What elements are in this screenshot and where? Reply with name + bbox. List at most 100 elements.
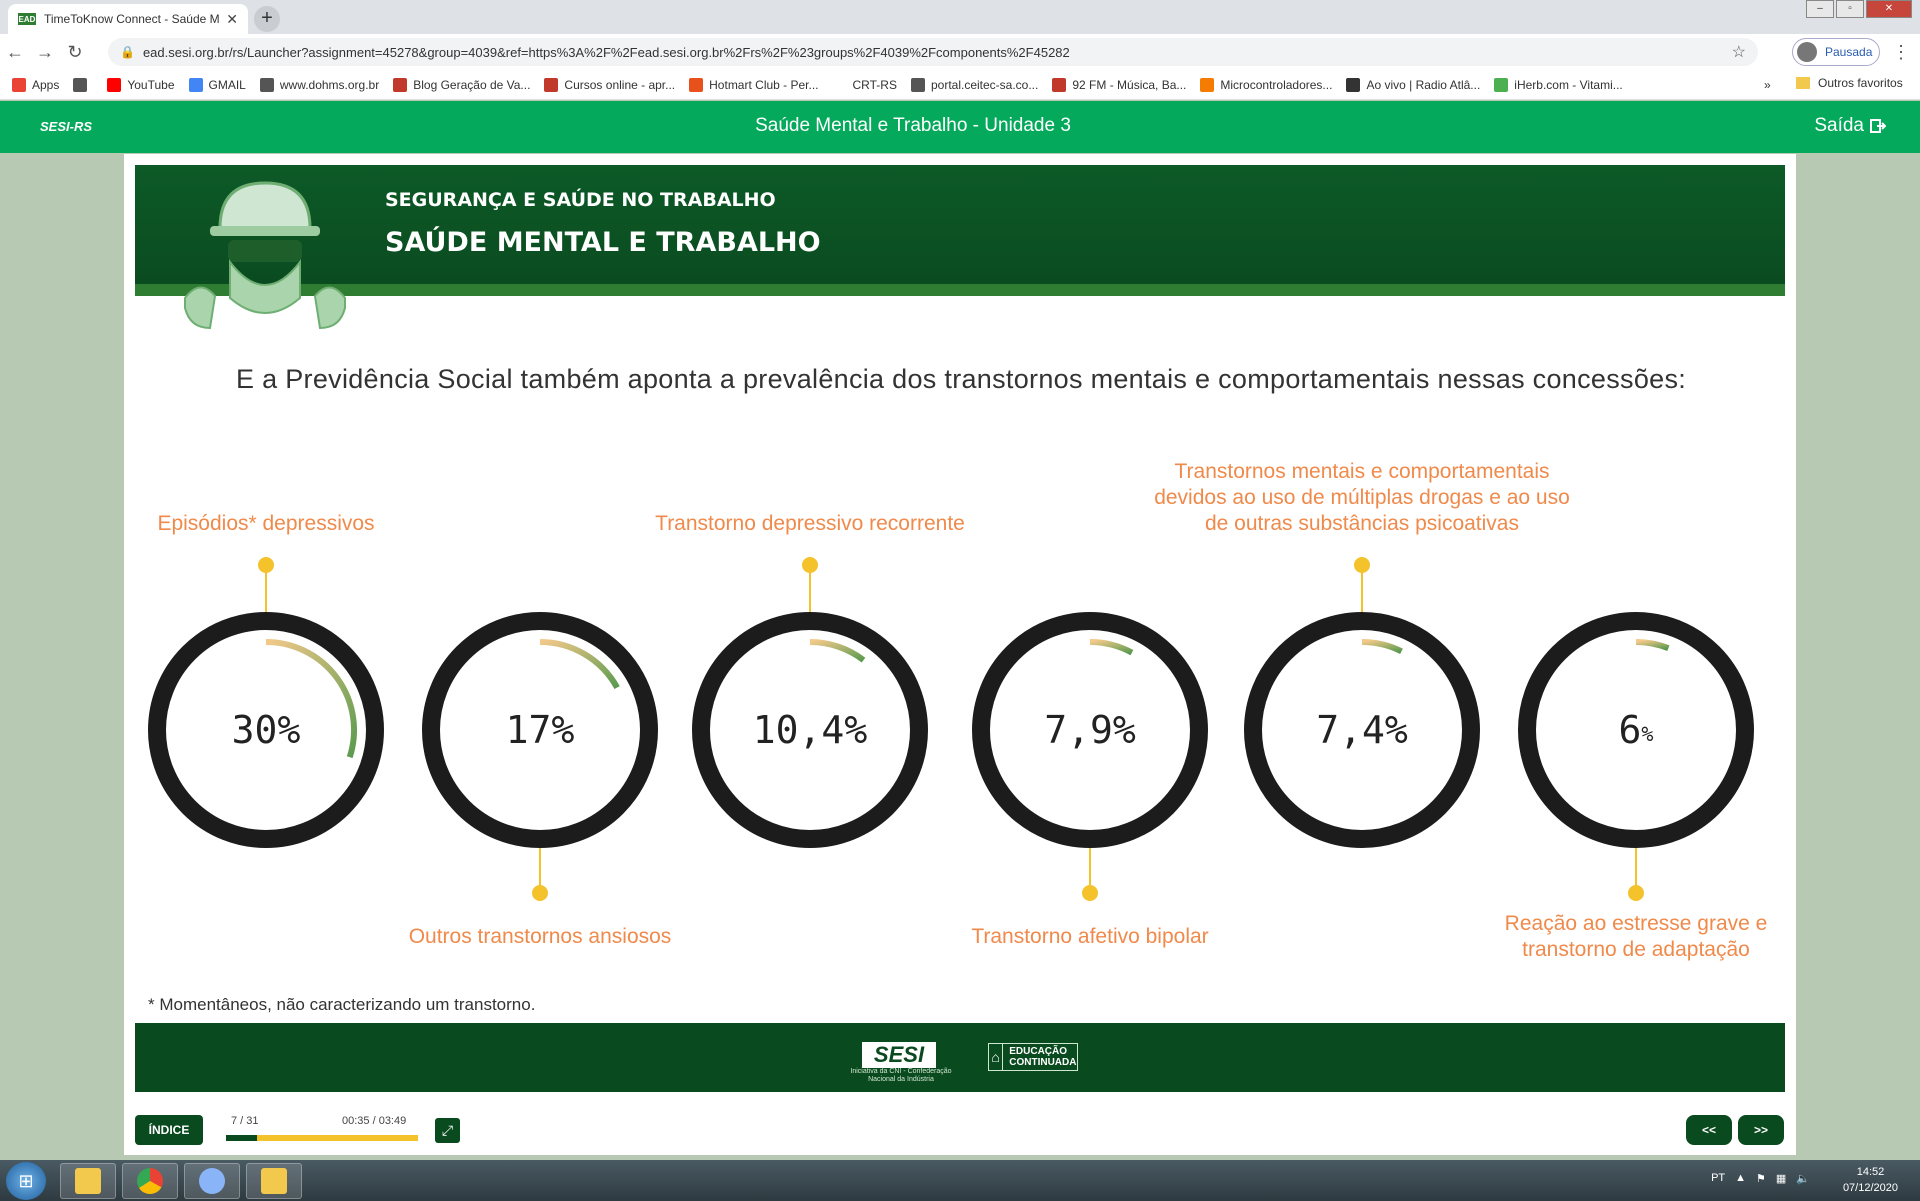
flag-icon[interactable]: ⚑ xyxy=(1756,1172,1766,1185)
exit-button[interactable]: Saída xyxy=(1814,115,1886,137)
stat-number: 10,4 xyxy=(752,708,845,752)
stat-value: 30% xyxy=(166,630,366,830)
profile-label: Pausada xyxy=(1825,45,1873,59)
index-button[interactable]: ÍNDICE xyxy=(135,1115,203,1145)
stat-number: 17 xyxy=(505,708,552,752)
bookmark-item[interactable]: 92 FM - Música, Ba... xyxy=(1052,77,1186,92)
stat-connector xyxy=(1635,848,1637,888)
bookmark-item[interactable]: portal.ceitec-sa.co... xyxy=(910,77,1039,92)
stat-connector-dot xyxy=(532,885,548,901)
new-tab-button[interactable]: + xyxy=(254,6,280,32)
network-icon[interactable]: ▦ xyxy=(1776,1172,1786,1185)
sesi-logo: SESI xyxy=(862,1042,936,1068)
tray-expand-icon[interactable]: ▲ xyxy=(1735,1172,1746,1185)
stat-unit: % xyxy=(551,708,575,752)
stat-connector-dot xyxy=(1628,885,1644,901)
reload-icon[interactable]: ↻ xyxy=(60,42,90,63)
taskbar-mail-app[interactable] xyxy=(60,1163,116,1199)
bookmark-item[interactable]: Cursos online - apr... xyxy=(544,77,675,92)
bookmark-label: GMAIL xyxy=(208,77,246,92)
stat-value: 10,4% xyxy=(710,630,910,830)
tab-title: TimeToKnow Connect - Saúde M xyxy=(44,12,220,26)
more-bookmarks-icon[interactable]: » xyxy=(1764,78,1771,92)
stat-label: Transtornos mentais e comportamentais de… xyxy=(1154,460,1570,535)
bookmark-label: Blog Geração de Va... xyxy=(413,77,531,92)
stat-number: 6 xyxy=(1618,708,1642,752)
browser-tab[interactable]: EAD TimeToKnow Connect - Saúde M ✕ xyxy=(8,4,248,34)
bookmark-favicon-icon xyxy=(259,77,274,92)
taskbar-chrome-app[interactable] xyxy=(122,1163,178,1199)
bookmark-label: Apps xyxy=(32,77,60,92)
stat-circle: 6% xyxy=(1518,612,1754,848)
bookmark-favicon-icon xyxy=(544,77,559,92)
close-window-button[interactable]: ✕ xyxy=(1866,0,1912,18)
bookmark-item[interactable]: CRT-RS xyxy=(832,77,897,92)
bookmark-item[interactable]: iHerb.com - Vitami... xyxy=(1494,77,1623,92)
back-icon[interactable]: ← xyxy=(0,42,30,63)
next-button[interactable]: >> xyxy=(1738,1115,1784,1145)
bookmark-item[interactable]: GMAIL xyxy=(188,77,246,92)
educacao-continuada-logo: ⌂ EDUCAÇÃO CONTINUADA xyxy=(988,1043,1078,1071)
bookmark-label: portal.ceitec-sa.co... xyxy=(930,77,1039,92)
stat-connector-dot xyxy=(258,557,274,573)
bookmark-item[interactable]: Microcontroladores... xyxy=(1200,77,1333,92)
safety-worker-mascot-icon xyxy=(184,181,346,330)
stat-label: Episódios* depressivos xyxy=(157,512,375,535)
bookmark-favicon-icon xyxy=(12,77,26,92)
stat-label: Transtorno depressivo recorrente xyxy=(655,512,965,535)
bookmark-favicon-icon xyxy=(1200,77,1215,92)
app-header: SESI-RS Saúde Mental e Trabalho - Unidad… xyxy=(0,101,1920,153)
profile-button[interactable]: Pausada xyxy=(1792,38,1880,66)
previous-button[interactable]: << xyxy=(1686,1115,1732,1145)
bookmark-favicon-icon xyxy=(1052,77,1067,92)
bookmark-item[interactable]: Ao vivo | Radio Atlâ... xyxy=(1346,77,1480,92)
volume-icon[interactable]: 🔈 xyxy=(1796,1172,1810,1185)
other-bookmarks[interactable]: Outros favoritos xyxy=(1796,76,1903,90)
address-bar[interactable]: 🔒 ead.sesi.org.br/rs/Launcher?assignment… xyxy=(108,38,1758,66)
browser-toolbar: ← → ↻ 🔒 ead.sesi.org.br/rs/Launcher?assi… xyxy=(0,34,1920,70)
stat-value: 7,9% xyxy=(990,630,1190,830)
bookmark-favicon-icon xyxy=(1346,77,1361,92)
time-counter: 00:35 / 03:49 xyxy=(342,1115,407,1127)
bookmark-label: iHerb.com - Vitami... xyxy=(1514,77,1623,92)
bookmark-item[interactable]: Apps xyxy=(12,77,60,92)
tab-close-icon[interactable]: ✕ xyxy=(226,11,238,28)
banner-title: SAÚDE MENTAL E TRABALHO xyxy=(385,227,821,258)
bookmark-item[interactable]: Blog Geração de Va... xyxy=(393,77,531,92)
bookmark-item[interactable]: YouTube xyxy=(107,77,175,92)
bookmark-star-icon[interactable]: ☆ xyxy=(1732,42,1746,62)
stat-number: 30 xyxy=(231,708,278,752)
bookmark-item[interactable]: www.dohms.org.br xyxy=(259,77,379,92)
lead-text: E a Previdência Social também aponta a p… xyxy=(236,364,1687,394)
bookmark-label: Microcontroladores... xyxy=(1220,77,1333,92)
avatar xyxy=(1797,42,1817,62)
progress-bar[interactable] xyxy=(226,1135,418,1141)
forward-icon[interactable]: → xyxy=(30,42,60,63)
system-clock[interactable]: 14:52 07/12/2020 xyxy=(1843,1164,1898,1196)
building-icon: ⌂ xyxy=(989,1044,1004,1070)
other-bookmarks-label: Outros favoritos xyxy=(1818,76,1903,90)
clock-date: 07/12/2020 xyxy=(1842,1182,1898,1194)
start-button[interactable]: ⊞ xyxy=(6,1162,46,1200)
fullscreen-icon[interactable]: ⤢ xyxy=(435,1118,460,1143)
language-indicator[interactable]: PT xyxy=(1711,1172,1725,1185)
exit-label: Saída xyxy=(1814,115,1864,136)
taskbar-paint-app[interactable] xyxy=(184,1163,240,1199)
stat-connector-dot xyxy=(1082,885,1098,901)
course-footer xyxy=(135,1023,1785,1092)
folder-icon xyxy=(261,1168,287,1194)
bookmark-item[interactable] xyxy=(73,77,93,92)
taskbar-explorer-app[interactable] xyxy=(246,1163,302,1199)
browser-menu-icon[interactable]: ⋮ xyxy=(1892,42,1910,63)
url-text: ead.sesi.org.br/rs/Launcher?assignment=4… xyxy=(142,44,1070,60)
banner-kicker: SEGURANÇA E SAÚDE NO TRABALHO xyxy=(385,189,776,211)
stat-connector xyxy=(1089,848,1091,888)
system-tray: PT ▲ ⚑ ▦ 🔈 xyxy=(1711,1172,1810,1185)
stat-number: 7,9 xyxy=(1044,708,1113,752)
bookmark-favicon-icon xyxy=(107,77,122,92)
minimize-button[interactable]: – xyxy=(1806,0,1834,18)
maximize-button[interactable]: ▫ xyxy=(1836,0,1864,18)
bookmark-favicon-icon xyxy=(73,77,88,92)
bookmark-item[interactable]: Hotmart Club - Per... xyxy=(689,77,819,92)
stat-unit: % xyxy=(1112,708,1136,752)
